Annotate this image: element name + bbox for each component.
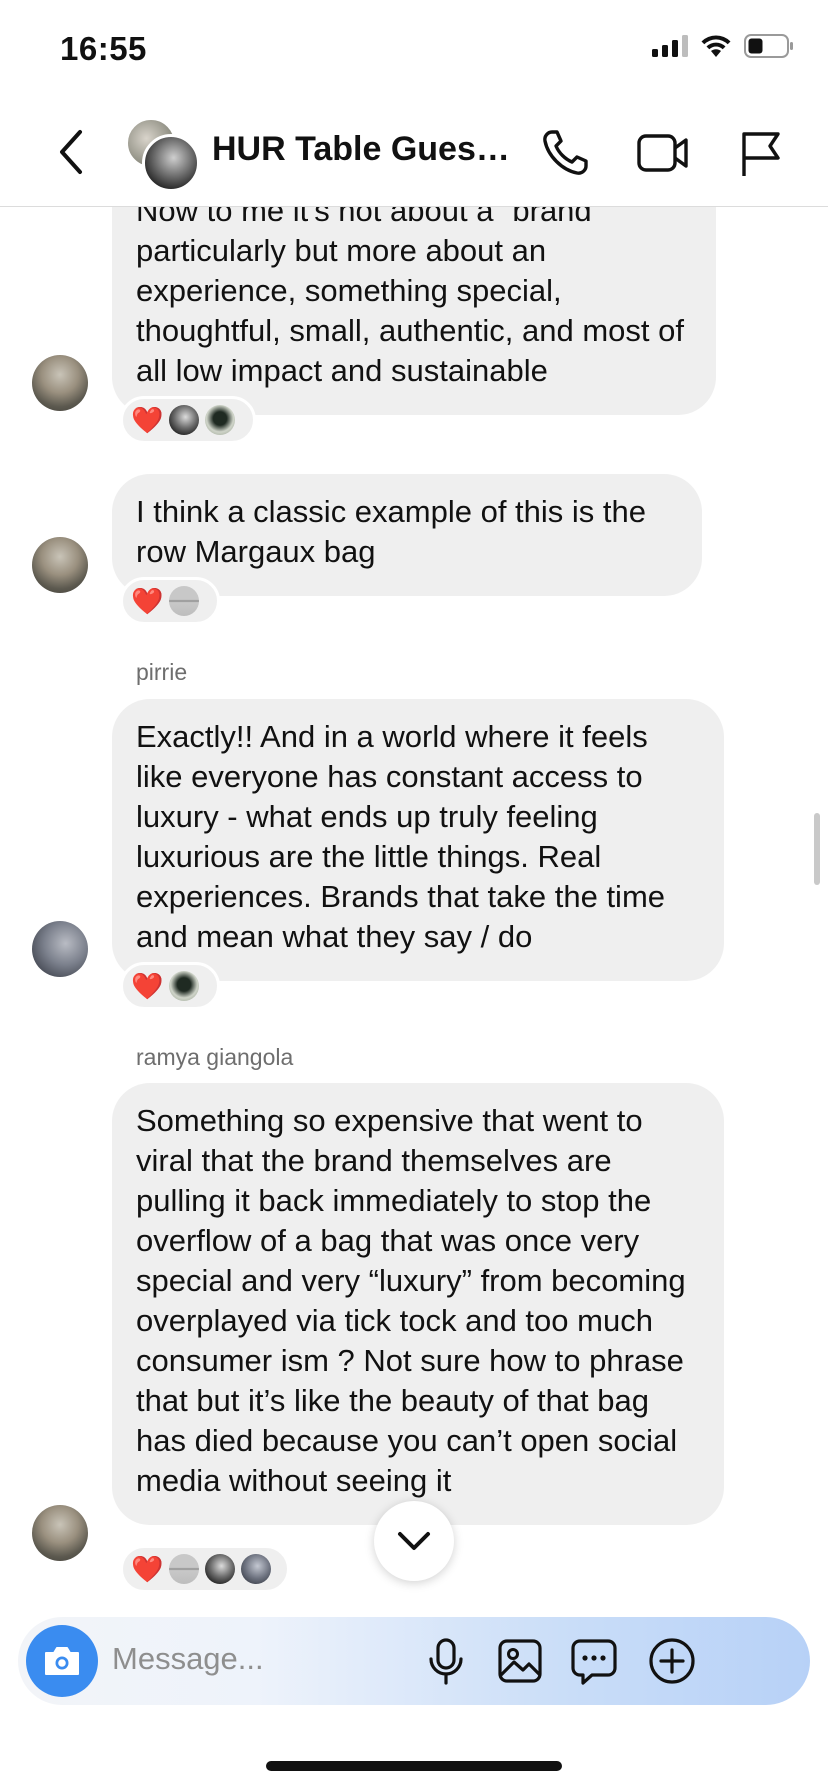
sender-avatar[interactable] [32,537,88,593]
message-input[interactable]: Message... [112,1641,264,1677]
heart-reaction-icon: ❤️ [131,405,164,435]
audio-call-button[interactable] [538,126,592,180]
sender-avatar[interactable] [32,921,88,977]
back-chevron-icon [60,130,82,174]
reaction-bar[interactable]: ❤️ [120,577,220,625]
group-avatar-member-2 [142,134,200,192]
scrollbar[interactable] [814,813,820,885]
image-icon [498,1639,542,1683]
reactor-avatar [205,1554,235,1584]
video-call-button[interactable] [636,126,690,180]
reactor-avatar [169,971,199,1001]
microphone-icon [429,1638,463,1685]
reactor-avatar [169,1554,199,1584]
sender-name: ramya giangola [136,1044,294,1070]
back-button[interactable] [50,124,94,180]
scroll-to-latest-button[interactable] [374,1501,454,1581]
flag-icon [742,132,780,176]
reactor-avatar [169,586,199,616]
more-options-button[interactable] [646,1635,698,1687]
message-text: Something so expensive that went to vira… [136,1103,686,1498]
home-indicator [266,1761,562,1771]
sticker-button[interactable] [568,1635,620,1687]
sender-avatar[interactable] [32,355,88,411]
message-composer: Message... [18,1617,810,1705]
message-text: Exactly!! And in a world where it feels … [136,719,666,954]
camera-icon [45,1647,79,1675]
group-avatar[interactable] [126,118,200,192]
heart-reaction-icon: ❤️ [131,586,164,616]
status-bar: 16:55 [0,0,828,100]
voice-message-button[interactable] [420,1635,472,1687]
sender-avatar[interactable] [32,1505,88,1561]
phone-icon [543,130,588,175]
conversation-title[interactable]: HUR Table Guest... [212,130,512,169]
reactor-avatar [241,1554,271,1584]
message-bubble[interactable]: Something so expensive that went to vira… [112,1083,724,1525]
report-button[interactable] [734,126,788,180]
reaction-bar[interactable]: ❤️ [120,1545,290,1593]
sticker-icon [571,1639,617,1685]
battery-icon [744,34,793,58]
message-bubble[interactable]: Exactly!! And in a world where it feels … [112,699,724,981]
reactor-avatar [169,405,199,435]
reaction-bar[interactable]: ❤️ [120,962,220,1010]
heart-reaction-icon: ❤️ [131,971,164,1001]
signal-icon [652,35,688,57]
sender-name: pirrie [136,659,188,685]
status-time: 16:55 [60,30,147,67]
heart-reaction-icon: ❤️ [131,1554,164,1584]
reactor-avatar [205,405,235,435]
video-icon [637,134,688,172]
camera-button[interactable] [26,1625,98,1697]
message-list[interactable]: Now to me it's not about a “brand” parti… [0,207,828,1617]
message-text: Now to me it's not about a “brand” parti… [136,207,684,388]
message-bubble[interactable]: Now to me it's not about a “brand” parti… [112,207,716,415]
message-text: I think a classic example of this is the… [136,494,647,569]
status-icons [652,34,794,58]
plus-icon [649,1638,695,1684]
gallery-button[interactable] [494,1635,546,1687]
chevron-down-icon [398,1532,430,1550]
chat-header: HUR Table Guest... [0,100,828,207]
reaction-bar[interactable]: ❤️ [120,396,256,444]
wifi-icon [701,35,731,57]
